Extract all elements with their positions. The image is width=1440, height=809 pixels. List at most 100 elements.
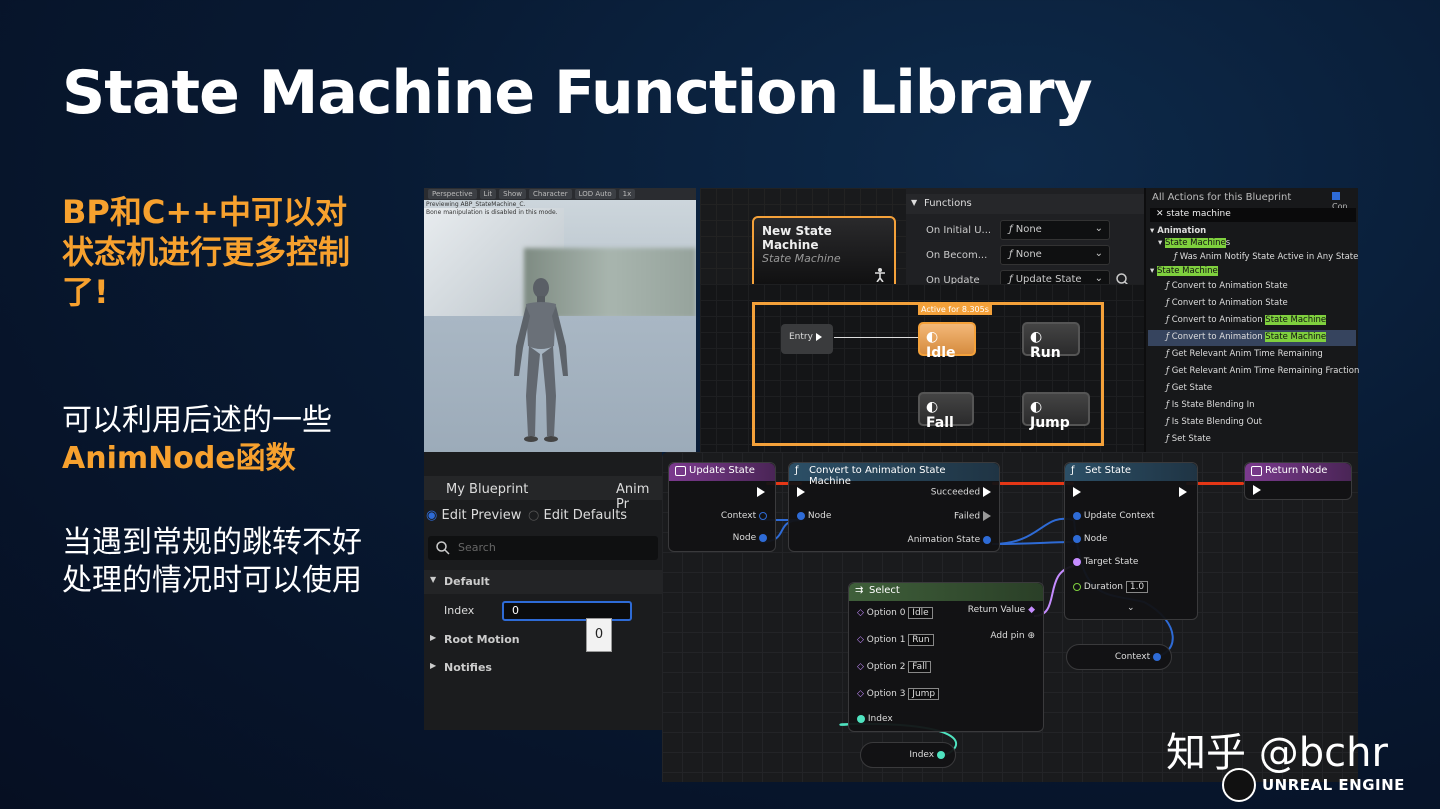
close-icon[interactable]: ✕	[1156, 209, 1164, 219]
pin-duration[interactable]: Duration 1.0	[1073, 581, 1149, 593]
pin-succeeded[interactable]: Succeeded	[931, 487, 991, 498]
pin-index-out[interactable]: Index	[909, 750, 945, 760]
actions-item-blending-in[interactable]: ƒ Is State Blending In	[1166, 400, 1255, 410]
entry-node[interactable]: Entry	[781, 324, 833, 354]
viewport-toolbar-lit[interactable]: Lit	[479, 189, 497, 199]
functions-header[interactable]: ▼ Functions	[906, 194, 1144, 214]
pin-option-0[interactable]: ◇ Option 0 Idle	[857, 607, 933, 619]
actions-item-get-relevant-fraction[interactable]: ƒ Get Relevant Anim Time Remaining Fract…	[1166, 366, 1359, 376]
pin-option-1[interactable]: ◇ Option 1 Run	[857, 634, 934, 646]
exec-pin-icon	[757, 487, 765, 497]
tab-my-blueprint[interactable]: My Blueprint	[446, 482, 528, 497]
exec-in-pin[interactable]	[1073, 487, 1081, 498]
category-root-motion[interactable]: ▶ Root Motion	[424, 628, 662, 652]
pin-option-3[interactable]: ◇ Option 3 Jump	[857, 688, 940, 700]
duration-input[interactable]: 1.0	[1125, 581, 1149, 593]
pin-update-context[interactable]: Update Context	[1073, 511, 1155, 521]
pin-label: Node	[807, 511, 832, 521]
option-value[interactable]: Idle	[908, 607, 933, 619]
exec-in-pin[interactable]	[797, 487, 805, 498]
search-icon	[436, 541, 450, 555]
pin-label: Option 2	[866, 662, 906, 672]
pin-node-in[interactable]: Node	[797, 511, 831, 521]
exec-out-pin[interactable]	[757, 487, 765, 498]
add-pin-button[interactable]: Add pin ⊕	[990, 631, 1035, 641]
exec-out-pin[interactable]	[1179, 487, 1187, 498]
actions-item-convert-to-state-machine-2[interactable]: ƒ Convert to Animation State Machine	[1166, 332, 1327, 342]
pin-icon	[1073, 582, 1081, 591]
option-value[interactable]: Jump	[908, 688, 940, 700]
entry-transition	[834, 337, 918, 338]
pin-label: Node	[732, 533, 757, 543]
state-machine-node[interactable]: New State Machine State Machine	[752, 216, 896, 290]
pin-index[interactable]: Index	[857, 714, 893, 724]
viewport-toolbar-lod[interactable]: LOD Auto	[574, 189, 616, 199]
slide-title: State Machine Function Library	[62, 58, 1093, 128]
index-input[interactable]: 0	[502, 601, 632, 621]
actions-item-blending-out[interactable]: ƒ Is State Blending Out	[1166, 417, 1262, 427]
state-run[interactable]: ◐ Run	[1022, 322, 1080, 361]
node-update-state[interactable]: Update State Context Node	[668, 462, 776, 552]
node-set-state[interactable]: ƒ Set State Update Context Node Target St…	[1064, 462, 1198, 620]
option-value[interactable]: Fall	[908, 661, 932, 673]
actions-search-input[interactable]: ✕ state machine	[1150, 208, 1356, 222]
exec-in-pin[interactable]	[1253, 485, 1261, 496]
node-title: Set State	[1085, 465, 1132, 476]
state-jump[interactable]: ◐ Jump	[1022, 392, 1090, 431]
chevron-down-icon[interactable]: ⌄	[1127, 603, 1135, 613]
actions-category-state-machine[interactable]: ▾ State Machine	[1150, 266, 1218, 276]
pin-option-2[interactable]: ◇ Option 2 Fall	[857, 661, 932, 673]
node-convert-to-state-machine[interactable]: ƒ Convert to Animation State Machine Succ…	[788, 462, 1000, 552]
actions-item-convert-to-state-1[interactable]: ƒ Convert to Animation State	[1166, 281, 1288, 291]
option-value[interactable]: Run	[908, 634, 934, 646]
viewport-toolbar-speed[interactable]: 1x	[618, 189, 636, 199]
node-header: ƒ Convert to Animation State Machine	[789, 463, 999, 487]
state-fall[interactable]: ◐ Fall	[918, 392, 974, 431]
category-default-label: Default	[444, 575, 490, 588]
node-context-variable[interactable]: Context	[1066, 644, 1172, 670]
actions-category-state-machines[interactable]: ▾ State Machines	[1158, 238, 1230, 248]
pin-node[interactable]: Node	[733, 533, 767, 543]
node-select[interactable]: ⇉ Select ◇ Option 0 Idle ◇ Option 1 Run ◇…	[848, 582, 1044, 732]
actions-item-get-relevant-remaining[interactable]: ƒ Get Relevant Anim Time Remaining	[1166, 349, 1323, 359]
pin-return-value[interactable]: Return Value ◆	[968, 605, 1035, 615]
radio-edit-defaults[interactable]: ○ Edit Defaults	[528, 508, 627, 523]
category-default[interactable]: ▼ Default	[424, 570, 662, 594]
function-dropdown[interactable]: ƒ None ⌄	[1000, 245, 1110, 265]
actions-item-set-state[interactable]: ƒ Set State	[1166, 434, 1211, 444]
pin-icon: ◇	[857, 689, 864, 699]
blueprint-search-placeholder: Search	[458, 541, 496, 554]
preview-viewport[interactable]: Perspective Lit Show Character LOD Auto …	[424, 188, 696, 452]
pin-icon	[1073, 511, 1081, 520]
actions-item-convert-to-state-2[interactable]: ƒ Convert to Animation State	[1166, 298, 1288, 308]
category-notifies[interactable]: ▶ Notifies	[424, 656, 662, 680]
actions-item-get-state[interactable]: ƒ Get State	[1166, 383, 1212, 393]
actions-category-animation[interactable]: ▾ Animation	[1150, 226, 1206, 236]
pin-animation-state[interactable]: Animation State	[908, 535, 991, 545]
pin-target-state[interactable]: Target State	[1073, 557, 1138, 567]
actions-item-was-anim-notify[interactable]: ƒ Was Anim Notify State Active in Any St…	[1174, 252, 1358, 262]
node-index-variable[interactable]: Index	[860, 742, 956, 768]
category-root-motion-label: Root Motion	[444, 633, 520, 646]
pin-context[interactable]: Context	[721, 511, 767, 521]
state-idle[interactable]: ◐ Idle	[918, 322, 976, 361]
viewport-toolbar-character[interactable]: Character	[529, 189, 572, 199]
pin-node[interactable]: Node	[1073, 534, 1107, 544]
node-return[interactable]: Return Node	[1244, 462, 1352, 500]
actions-item-convert-to-state-machine-1[interactable]: ƒ Convert to Animation State Machine	[1166, 315, 1327, 325]
blueprint-search-input[interactable]: Search	[428, 536, 658, 560]
pin-icon	[857, 714, 865, 723]
pin-context-out[interactable]: Context	[1115, 652, 1161, 662]
viewport-toolbar-perspective[interactable]: Perspective	[428, 189, 477, 199]
radio-selected-icon: ◉	[426, 508, 438, 523]
actions-item-label: Is State Blending In	[1171, 400, 1255, 410]
pin-failed[interactable]: Failed	[954, 511, 991, 522]
pin-label: Update Context	[1083, 511, 1155, 521]
function-icon: ƒ	[795, 465, 799, 476]
radio-edit-preview[interactable]: ◉ Edit Preview	[426, 508, 521, 523]
select-icon: ⇉	[855, 585, 864, 596]
function-dropdown[interactable]: ƒ None ⌄	[1000, 220, 1110, 240]
state-jump-label: Jump	[1030, 415, 1070, 431]
node-header: ⇉ Select	[849, 583, 1043, 601]
viewport-toolbar-show[interactable]: Show	[499, 189, 527, 199]
